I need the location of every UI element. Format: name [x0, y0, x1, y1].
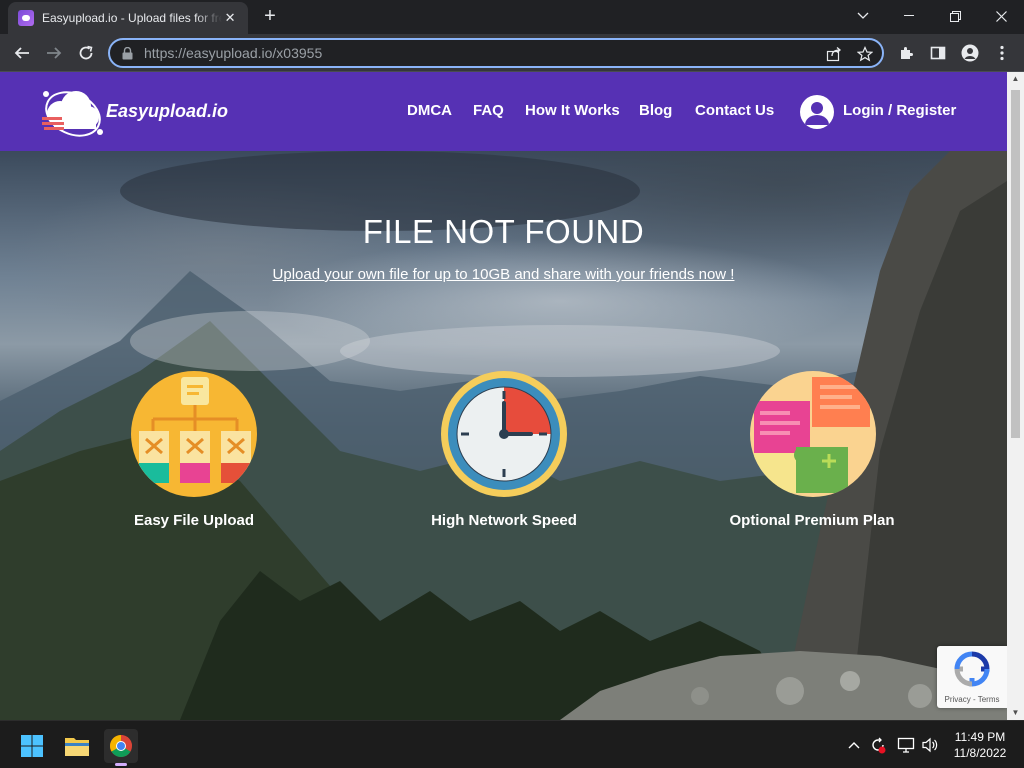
active-app-indicator [115, 763, 127, 766]
back-arrow-icon[interactable] [10, 41, 34, 65]
windows-taskbar: 11:49 PM 11/8/2022 [0, 720, 1024, 768]
volume-icon[interactable] [920, 735, 940, 755]
bookmark-star-icon[interactable] [856, 45, 874, 63]
file-not-found-title: FILE NOT FOUND [362, 213, 645, 250]
profile-avatar-icon[interactable] [958, 41, 982, 65]
minimize-icon[interactable] [886, 0, 932, 32]
taskbar-clock[interactable]: 11:49 PM 11/8/2022 [940, 729, 1020, 761]
nav-login-register[interactable]: Login / Register [843, 102, 956, 119]
reload-icon[interactable] [74, 41, 98, 65]
scroll-up-arrow-icon[interactable]: ▲ [1007, 72, 1024, 86]
nav-dmca[interactable]: DMCA [407, 102, 452, 119]
nav-how-it-works[interactable]: How It Works [525, 102, 620, 119]
extensions-puzzle-icon[interactable] [894, 41, 918, 65]
user-avatar-icon[interactable] [800, 95, 834, 129]
chrome-taskbar-icon[interactable] [104, 729, 138, 766]
restore-icon[interactable] [932, 0, 978, 32]
logo-text[interactable]: Easyupload.io [106, 101, 228, 122]
recaptcha-badge[interactable]: Privacy - Terms [937, 646, 1007, 708]
file-explorer-icon[interactable] [60, 729, 94, 763]
scroll-thumb[interactable] [1011, 90, 1020, 438]
share-icon[interactable] [825, 45, 843, 63]
clock-icon [441, 371, 567, 497]
tab-title: Easyupload.io - Upload files for free [42, 11, 223, 25]
nav-faq[interactable]: FAQ [473, 102, 504, 119]
page-viewport: FILE NOT FOUND Upload your own file for … [0, 72, 1007, 720]
nav-contact-us[interactable]: Contact Us [695, 102, 774, 119]
feature-label-premium-plan: Optional Premium Plan [729, 512, 895, 529]
browser-tabstrip: Easyupload.io - Upload files for free ✕ … [0, 0, 1024, 34]
easyupload-favicon-icon [18, 10, 34, 26]
windows-start-icon[interactable] [15, 729, 49, 763]
tray-chevron-up-icon[interactable] [844, 735, 864, 755]
clock-date: 11/8/2022 [953, 746, 1007, 760]
nav-blog[interactable]: Blog [639, 102, 672, 119]
tab-close-icon[interactable]: ✕ [222, 10, 238, 26]
address-bar[interactable]: https://easyupload.io/x03955 [108, 38, 884, 68]
network-icon[interactable] [896, 735, 916, 755]
lock-icon[interactable] [120, 46, 134, 60]
close-window-icon[interactable] [978, 0, 1024, 32]
feature-label-easy-upload: Easy File Upload [133, 512, 255, 529]
sync-alert-icon[interactable] [868, 735, 888, 755]
browser-tab[interactable]: Easyupload.io - Upload files for free ✕ [8, 2, 248, 34]
sitemap-icon [131, 371, 257, 497]
tab-search-chevron-icon[interactable] [840, 0, 886, 32]
side-panel-icon[interactable] [926, 41, 950, 65]
hero-mountain-background: FILE NOT FOUND Upload your own file for … [0, 151, 1007, 720]
feature-label-network-speed: High Network Speed [431, 512, 577, 529]
upload-own-file-link[interactable]: Upload your own file for up to 10GB and … [0, 266, 1007, 283]
forward-arrow-icon[interactable] [42, 41, 66, 65]
recaptcha-privacy-terms[interactable]: Privacy - Terms [937, 695, 1007, 704]
browser-toolbar: https://easyupload.io/x03955 [0, 34, 1024, 72]
page-scrollbar[interactable]: ▲ ▼ [1007, 72, 1024, 720]
clock-time: 11:49 PM [954, 730, 1006, 744]
site-header: Easyupload.io DMCA FAQ How It Works Blog… [0, 72, 1007, 151]
scroll-down-arrow-icon[interactable]: ▼ [1007, 706, 1024, 720]
url-host: https://easyupload.io [144, 45, 273, 61]
url-path: /x03955 [272, 45, 323, 61]
new-tab-button[interactable]: + [258, 6, 282, 28]
easyupload-logo-icon[interactable] [40, 84, 110, 140]
puzzle-icon [750, 371, 876, 497]
menu-kebab-icon[interactable] [990, 41, 1014, 65]
